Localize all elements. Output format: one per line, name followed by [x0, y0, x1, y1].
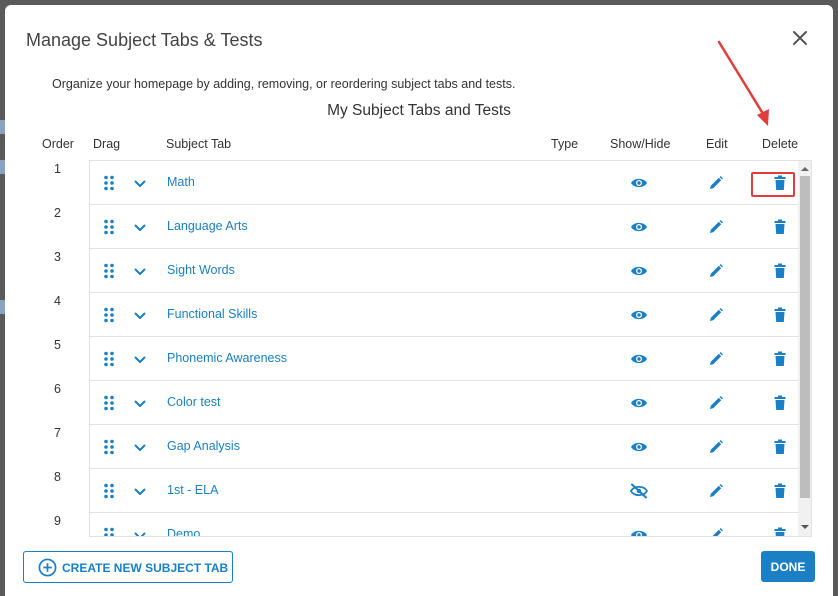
chevron-down-icon[interactable]	[134, 441, 146, 453]
eye-icon[interactable]	[630, 175, 648, 191]
subject-tab-link[interactable]: Language Arts	[167, 219, 248, 233]
delete-highlight-box	[751, 172, 795, 197]
dialog-description: Organize your homepage by adding, removi…	[52, 77, 516, 91]
pencil-icon[interactable]	[708, 175, 724, 191]
plus-circle-icon	[38, 558, 57, 577]
dialog-title: Manage Subject Tabs & Tests	[26, 30, 263, 50]
table-row: Phonemic Awareness	[90, 337, 798, 381]
subject-tab-link[interactable]: Functional Skills	[167, 307, 257, 321]
eye-icon[interactable]	[630, 395, 648, 411]
pencil-icon[interactable]	[708, 395, 724, 411]
trash-icon[interactable]	[774, 439, 786, 455]
table-row: Language Arts	[90, 205, 798, 249]
trash-icon[interactable]	[774, 351, 786, 367]
trash-icon[interactable]	[774, 483, 786, 499]
table-row: Gap Analysis	[90, 425, 798, 469]
close-icon[interactable]	[789, 27, 811, 49]
order-number: 9	[54, 514, 61, 528]
scroll-up-icon[interactable]	[801, 165, 809, 173]
drag-handle-icon[interactable]	[103, 395, 115, 411]
column-header-edit: Edit	[706, 137, 728, 151]
table-row: Math	[90, 161, 798, 205]
table-row: Sight Words	[90, 249, 798, 293]
eye-off-icon[interactable]	[629, 483, 649, 499]
drag-handle-icon[interactable]	[103, 307, 115, 323]
pencil-icon[interactable]	[708, 527, 724, 536]
chevron-down-icon[interactable]	[134, 221, 146, 233]
column-header-order: Order	[42, 137, 74, 151]
eye-icon[interactable]	[630, 307, 648, 323]
scrollbar-thumb[interactable]	[800, 176, 810, 498]
table-row: 1st - ELA	[90, 469, 798, 513]
pencil-icon[interactable]	[708, 307, 724, 323]
order-number: 1	[54, 162, 61, 176]
subject-tabs-table: Math Language Arts Sight Words Functional S…	[89, 160, 812, 537]
pencil-icon[interactable]	[708, 483, 724, 499]
pencil-icon[interactable]	[708, 263, 724, 279]
eye-icon[interactable]	[630, 527, 648, 536]
subject-tab-link[interactable]: 1st - ELA	[167, 483, 218, 497]
pencil-icon[interactable]	[708, 439, 724, 455]
trash-icon[interactable]	[774, 395, 786, 411]
subject-tab-link[interactable]: Gap Analysis	[167, 439, 240, 453]
drag-handle-icon[interactable]	[103, 263, 115, 279]
chevron-down-icon[interactable]	[134, 265, 146, 277]
trash-icon[interactable]	[774, 527, 786, 536]
section-title: My Subject Tabs and Tests	[327, 102, 511, 119]
order-number: 5	[54, 338, 61, 352]
order-number: 6	[54, 382, 61, 396]
subject-tab-link[interactable]: Phonemic Awareness	[167, 351, 287, 365]
table-scrollbar[interactable]	[798, 161, 811, 536]
order-number: 3	[54, 250, 61, 264]
done-button[interactable]: DONE	[761, 551, 815, 582]
chevron-down-icon[interactable]	[134, 397, 146, 409]
table-row: Color test	[90, 381, 798, 425]
subject-tab-link[interactable]: Sight Words	[167, 263, 235, 277]
chevron-down-icon[interactable]	[134, 353, 146, 365]
drag-handle-icon[interactable]	[103, 483, 115, 499]
column-header-type: Type	[551, 137, 579, 151]
table-row: Functional Skills	[90, 293, 798, 337]
subject-tab-link[interactable]: Math	[167, 175, 195, 189]
chevron-down-icon[interactable]	[134, 177, 146, 189]
trash-icon[interactable]	[774, 219, 786, 235]
table-row: Demo	[90, 513, 798, 536]
eye-icon[interactable]	[630, 219, 648, 235]
chevron-down-icon[interactable]	[134, 529, 146, 536]
pencil-icon[interactable]	[708, 219, 724, 235]
column-header-drag: Drag	[93, 137, 121, 151]
create-button-label: CREATE NEW SUBJECT TAB	[62, 561, 229, 575]
eye-icon[interactable]	[630, 439, 648, 455]
order-number: 7	[54, 426, 61, 440]
manage-subject-tabs-dialog: Manage Subject Tabs & Tests Organize you…	[5, 5, 833, 596]
order-number: 4	[54, 294, 61, 308]
chevron-down-icon[interactable]	[134, 485, 146, 497]
column-header-show-hide: Show/Hide	[610, 137, 671, 151]
drag-handle-icon[interactable]	[103, 351, 115, 367]
drag-handle-icon[interactable]	[103, 219, 115, 235]
drag-handle-icon[interactable]	[103, 527, 115, 536]
trash-icon[interactable]	[774, 263, 786, 279]
eye-icon[interactable]	[630, 263, 648, 279]
pencil-icon[interactable]	[708, 351, 724, 367]
create-new-subject-tab-button[interactable]: CREATE NEW SUBJECT TAB	[23, 551, 233, 583]
subject-tab-link[interactable]: Color test	[167, 395, 221, 409]
drag-handle-icon[interactable]	[103, 439, 115, 455]
subject-tab-link[interactable]: Demo	[167, 527, 200, 536]
column-header-delete: Delete	[762, 137, 799, 151]
order-number: 2	[54, 206, 61, 220]
column-header-subject-tab: Subject Tab	[166, 137, 232, 151]
scroll-down-icon[interactable]	[801, 523, 809, 531]
drag-handle-icon[interactable]	[103, 175, 115, 191]
eye-icon[interactable]	[630, 351, 648, 367]
trash-icon[interactable]	[774, 307, 786, 323]
chevron-down-icon[interactable]	[134, 309, 146, 321]
order-number: 8	[54, 470, 61, 484]
